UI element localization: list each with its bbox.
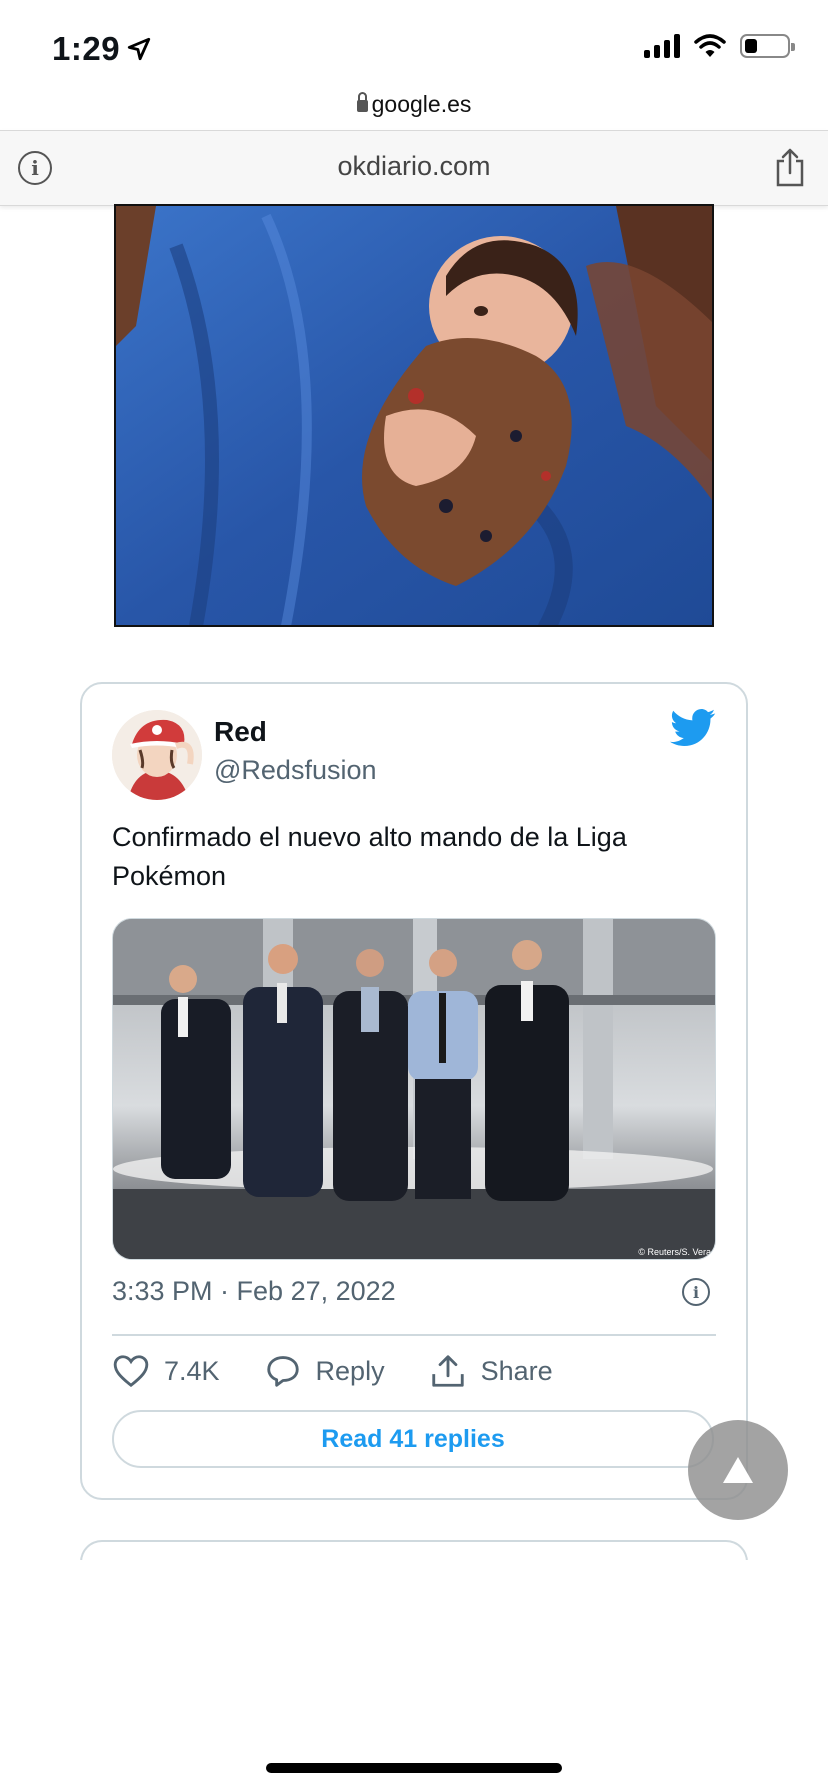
avatar[interactable] [112,710,202,800]
tweet-media-image[interactable]: © Reuters/S. Vera [112,918,716,1260]
heart-icon [113,1355,149,1388]
article-image [114,204,714,627]
triangle-up-icon [723,1457,753,1483]
share-icon [431,1355,464,1387]
like-button[interactable]: 7.4K [112,1352,220,1390]
reply-button[interactable]: Reply [264,1352,385,1390]
status-bar: 1:29 [0,0,828,90]
reply-label: Reply [315,1355,385,1386]
home-indicator[interactable] [266,1763,562,1773]
share-icon[interactable] [774,147,806,187]
scroll-to-top-button[interactable] [688,1420,788,1520]
twitter-logo-icon[interactable] [670,708,716,748]
page-blank-area [0,1560,828,1792]
lock-icon [356,92,368,112]
site-bar: i okdiario.com [0,130,828,206]
divider [112,1334,716,1336]
embedded-tweet[interactable]: Red @Redsfusion Confirmado el nuevo alto… [80,682,748,1500]
tweet-timestamp[interactable]: 3:33 PM · Feb 27, 2022 [112,1276,396,1307]
url-text: google.es [371,90,472,117]
read-replies-button[interactable]: Read 41 replies [112,1410,714,1468]
reply-icon [266,1356,299,1387]
wifi-icon [694,34,726,57]
author-name[interactable]: Red [214,716,267,748]
cellular-signal-icon [644,34,680,58]
location-arrow-icon [127,37,151,61]
url-bar[interactable]: google.es [0,84,828,124]
share-label: Share [480,1355,553,1386]
battery-icon [740,34,795,58]
tweet-text: Confirmado el nuevo alto mando de la Lig… [112,822,627,891]
tweet-actions: 7.4K Reply Share [112,1348,597,1394]
status-time-text: 1:29 [52,30,121,67]
tweet-photo [113,919,715,1259]
author-handle[interactable]: @Redsfusion [214,755,377,786]
article-photo [116,206,712,625]
status-icons [644,34,795,58]
site-domain: okdiario.com [337,151,491,181]
share-button[interactable]: Share [429,1352,553,1390]
status-time: 1:29 [52,30,152,68]
info-icon[interactable]: i [682,1278,710,1306]
like-count: 7.4K [164,1355,220,1386]
media-credit: © Reuters/S. Vera [638,1247,711,1257]
